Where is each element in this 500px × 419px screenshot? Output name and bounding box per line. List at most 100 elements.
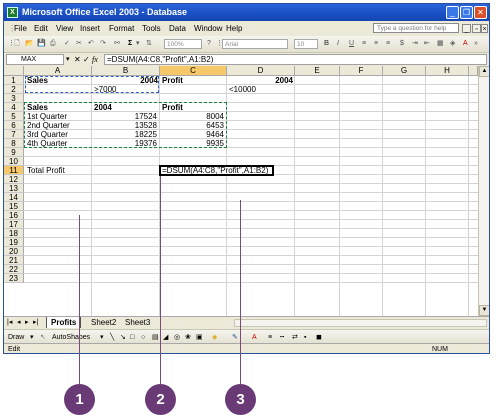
cell-c4[interactable]: Profit — [162, 103, 183, 112]
enter-entry-icon[interactable]: ✓ — [83, 54, 90, 65]
picture-icon[interactable]: ▣ — [196, 333, 203, 342]
row-header-5[interactable]: 5 — [4, 112, 24, 121]
name-box-dropdown-icon[interactable]: ▾ — [66, 54, 70, 65]
cell-b2[interactable]: >7000 — [94, 85, 116, 94]
menu-tools[interactable]: Tools — [142, 24, 161, 33]
column-header-a[interactable]: A — [24, 66, 92, 76]
row-header-4[interactable]: 4 — [4, 103, 24, 112]
sheet-tab-sheet3[interactable]: Sheet3 — [122, 317, 153, 328]
row-header-10[interactable]: 10 — [4, 157, 24, 166]
row-header-21[interactable]: 21 — [4, 256, 24, 265]
row-header-8[interactable]: 8 — [4, 139, 24, 148]
fill-color-icon[interactable]: ◈ — [450, 39, 455, 49]
dash-style-icon[interactable]: ┅ — [280, 333, 284, 342]
menu-insert[interactable]: Insert — [80, 24, 100, 33]
menu-data[interactable]: Data — [169, 24, 186, 33]
italic-icon[interactable]: I — [337, 39, 339, 49]
shadow-style-icon[interactable]: ▪ — [304, 333, 306, 342]
zoom-select[interactable]: 100% — [164, 39, 202, 49]
font-size-select[interactable]: 10 — [294, 39, 318, 49]
arrow-icon[interactable]: ↘ — [120, 333, 126, 342]
row-header-3[interactable]: 3 — [4, 94, 24, 103]
row-header-23[interactable]: 23 — [4, 274, 24, 283]
column-header-e[interactable]: E — [295, 66, 340, 76]
cell-c8[interactable]: 9935 — [162, 139, 224, 148]
undo-icon[interactable]: ↶ — [88, 39, 94, 49]
align-left-icon[interactable]: ≡ — [362, 39, 366, 49]
select-all-corner[interactable] — [4, 66, 24, 76]
cell-a6[interactable]: 2nd Quarter — [27, 121, 70, 130]
cut-icon[interactable]: ✂ — [76, 39, 82, 49]
menu-window[interactable]: Window — [194, 24, 222, 33]
row-header-9[interactable]: 9 — [4, 148, 24, 157]
worksheet-grid[interactable]: A B C D E F G H 1 2 3 4 5 6 7 8 9 10 11 … — [4, 66, 478, 316]
redo-icon[interactable]: ↷ — [100, 39, 106, 49]
bold-icon[interactable]: B — [324, 39, 329, 49]
cell-c7[interactable]: 9464 — [162, 130, 224, 139]
row-header-19[interactable]: 19 — [4, 238, 24, 247]
cell-a5[interactable]: 1st Quarter — [27, 112, 67, 121]
row-header-11[interactable]: 11 — [4, 166, 24, 175]
row-header-20[interactable]: 20 — [4, 247, 24, 256]
underline-icon[interactable]: U — [349, 39, 354, 49]
fill-color-draw-icon[interactable]: ◈ — [212, 333, 217, 342]
wordart-icon[interactable]: ◢ — [163, 333, 168, 342]
menu-format[interactable]: Format — [109, 24, 134, 33]
line-color-icon[interactable]: ✎ — [232, 333, 238, 342]
new-icon[interactable]: 🗋 — [14, 39, 20, 49]
row-header-13[interactable]: 13 — [4, 184, 24, 193]
cell-a1[interactable]: Sales — [27, 76, 48, 85]
autosum-dropdown-icon[interactable]: ▾ — [136, 39, 140, 49]
draw-dropdown-icon[interactable]: ▾ — [30, 333, 34, 342]
row-header-16[interactable]: 16 — [4, 211, 24, 220]
cell-d1[interactable]: 2004 — [229, 76, 293, 85]
row-header-15[interactable]: 15 — [4, 202, 24, 211]
cell-a7[interactable]: 3rd Quarter — [27, 130, 68, 139]
currency-icon[interactable]: $ — [400, 39, 404, 49]
align-center-icon[interactable]: ≡ — [374, 39, 378, 49]
column-header-i[interactable] — [469, 66, 478, 76]
cell-b5[interactable]: 17524 — [94, 112, 157, 121]
cell-c1[interactable]: Profit — [162, 76, 183, 85]
column-header-c[interactable]: C — [160, 66, 227, 76]
row-header-2[interactable]: 2 — [4, 85, 24, 94]
draw-menu[interactable]: Draw — [8, 333, 24, 342]
doc-restore-button[interactable]: ▫ — [472, 24, 481, 33]
help-search-input[interactable]: Type a question for help — [373, 23, 459, 33]
cancel-entry-icon[interactable]: ✕ — [74, 54, 81, 65]
open-icon[interactable]: 📂 — [25, 39, 34, 49]
insert-function-icon[interactable]: fx — [92, 54, 98, 65]
row-header-22[interactable]: 22 — [4, 265, 24, 274]
column-header-b[interactable]: B — [92, 66, 160, 76]
cell-b1[interactable]: 2004 — [94, 76, 158, 85]
hyperlink-icon[interactable]: ⚯ — [114, 39, 120, 49]
column-header-d[interactable]: D — [227, 66, 295, 76]
increase-decimal-icon[interactable]: ⇥ — [412, 39, 418, 49]
formula-input[interactable]: =DSUM(A4:C8,"Profit",A1:B2) — [104, 54, 487, 65]
scroll-down-icon[interactable]: ▼ — [479, 305, 489, 316]
spelling-icon[interactable]: ✓ — [64, 39, 70, 49]
clipart-icon[interactable]: ❀ — [185, 333, 191, 342]
doc-close-button[interactable]: × — [481, 24, 488, 33]
save-icon[interactable]: 💾 — [37, 39, 46, 49]
sheet-tab-profits[interactable]: Profits — [46, 317, 82, 328]
menu-help[interactable]: Help — [226, 24, 242, 33]
3d-style-icon[interactable]: ◼ — [316, 333, 322, 342]
line-icon[interactable]: ╲ — [110, 333, 114, 342]
indent-icon[interactable]: ⇤ — [424, 39, 430, 49]
cell-c5[interactable]: 8004 — [162, 112, 224, 121]
row-header-1[interactable]: 1 — [4, 76, 24, 85]
rectangle-icon[interactable]: □ — [130, 333, 134, 342]
menu-edit[interactable]: Edit — [34, 24, 48, 33]
row-header-7[interactable]: 7 — [4, 130, 24, 139]
menu-file[interactable]: File — [14, 24, 27, 33]
close-button[interactable]: ✕ — [474, 6, 487, 19]
font-select[interactable]: Arial — [222, 39, 288, 49]
textbox-icon[interactable]: ▤ — [152, 333, 159, 342]
minimize-button[interactable]: _ — [446, 6, 459, 19]
column-header-f[interactable]: F — [340, 66, 383, 76]
cell-a11[interactable]: Total Profit — [27, 166, 65, 175]
cell-c11[interactable]: =DSUM(A4:C8,"Profit",A1:B2) — [162, 166, 268, 175]
arrow-style-icon[interactable]: ⇄ — [292, 333, 298, 342]
column-header-g[interactable]: G — [383, 66, 426, 76]
